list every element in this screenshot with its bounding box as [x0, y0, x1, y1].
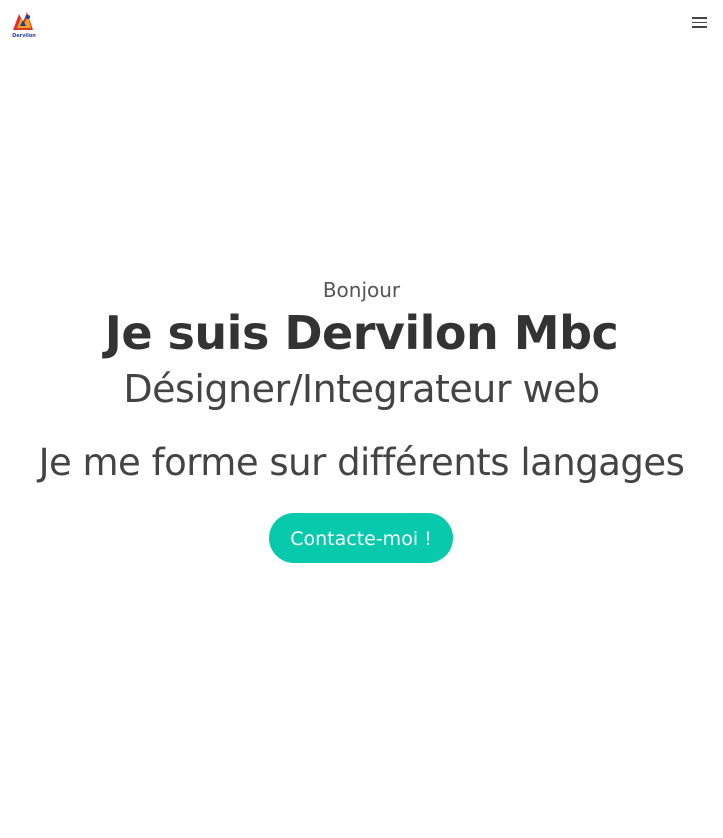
greeting-text: Bonjour	[322, 278, 401, 302]
contact-button[interactable]: Contacte-moi !	[269, 513, 453, 563]
hero-role: Désigner/Integrateur web	[123, 367, 600, 411]
hero-section: Bonjour Je suis Dervilon Mbc Désigner/In…	[0, 0, 723, 838]
hero-headline: Je suis Dervilon Mbc	[104, 306, 619, 360]
hero-tagline: Je me forme sur différents langages	[38, 441, 685, 484]
